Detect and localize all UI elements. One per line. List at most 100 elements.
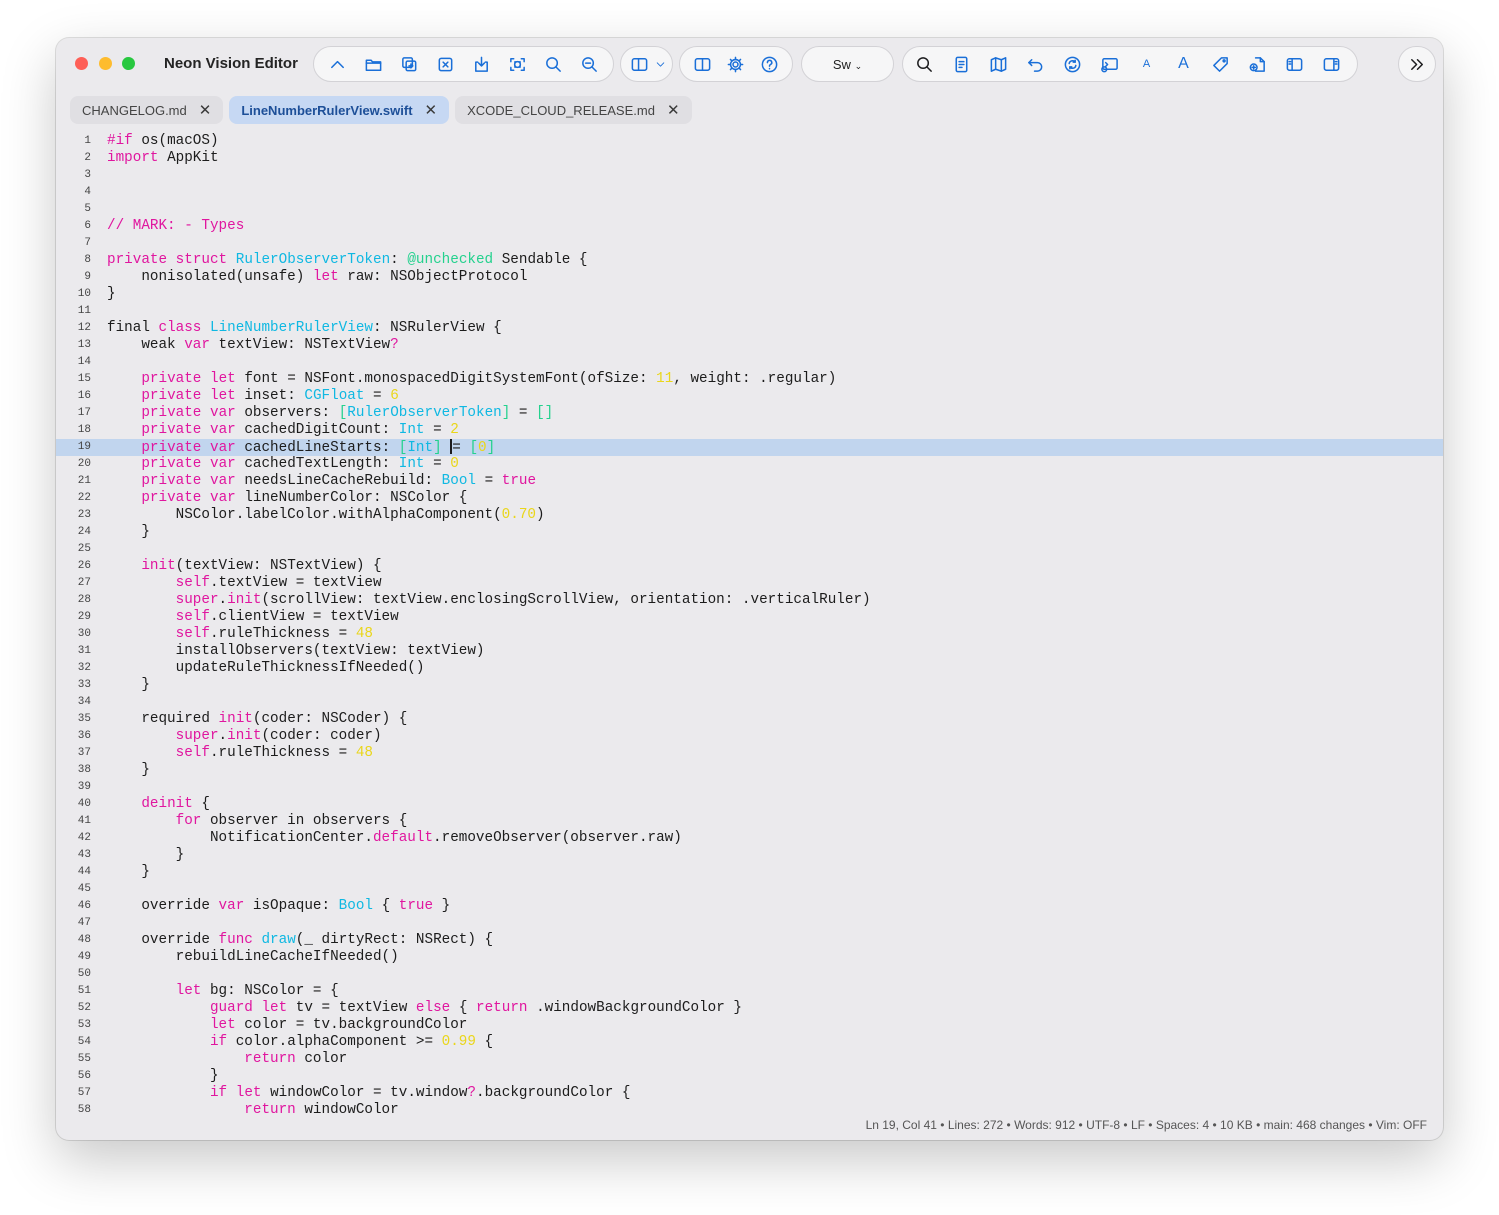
- code-line[interactable]: 5: [56, 201, 1443, 218]
- code-line[interactable]: 22 private var lineNumberColor: NSColor …: [56, 490, 1443, 507]
- code-line[interactable]: 17 private var observers: [RulerObserver…: [56, 405, 1443, 422]
- code-line[interactable]: 23 NSColor.labelColor.withAlphaComponent…: [56, 507, 1443, 524]
- code-line[interactable]: 48 override func draw(_ dirtyRect: NSRec…: [56, 932, 1443, 949]
- code-line[interactable]: 7: [56, 235, 1443, 252]
- code-line[interactable]: 35 required init(coder: NSCoder) {: [56, 711, 1443, 728]
- code-line[interactable]: 43 }: [56, 847, 1443, 864]
- terminal-icon[interactable]: [1091, 50, 1128, 78]
- sidebar-icon[interactable]: [686, 50, 719, 78]
- code-line[interactable]: 11: [56, 303, 1443, 320]
- code-line[interactable]: 47: [56, 915, 1443, 932]
- code-line[interactable]: 29 self.clientView = textView: [56, 609, 1443, 626]
- code-line[interactable]: 26 init(textView: NSTextView) {: [56, 558, 1443, 575]
- code-line[interactable]: 53 let color = tv.backgroundColor: [56, 1017, 1443, 1034]
- code-line[interactable]: 2 import AppKit: [56, 150, 1443, 167]
- code-line[interactable]: 58 return windowColor: [56, 1102, 1443, 1113]
- file-add-icon[interactable]: [1239, 50, 1276, 78]
- code-line[interactable]: 20 private var cachedTextLength: Int = 0: [56, 456, 1443, 473]
- toolbar-overflow-button[interactable]: [1398, 46, 1436, 82]
- code-line[interactable]: 9 nonisolated(unsafe) let raw: NSObjectP…: [56, 269, 1443, 286]
- code-line[interactable]: 14: [56, 354, 1443, 371]
- code-line[interactable]: 27 self.textView = textView: [56, 575, 1443, 592]
- zoom-window-button[interactable]: [122, 57, 135, 70]
- code-line[interactable]: 12 final class LineNumberRulerView: NSRul…: [56, 320, 1443, 337]
- close-icon[interactable]: ✕: [425, 101, 438, 119]
- code-line[interactable]: 18 private var cachedDigitCount: Int = 2: [56, 422, 1443, 439]
- font-large-icon[interactable]: A: [1165, 50, 1202, 78]
- code-line[interactable]: 21 private var needsLineCacheRebuild: Bo…: [56, 473, 1443, 490]
- close-window-button[interactable]: [75, 57, 88, 70]
- code-line[interactable]: 51 let bg: NSColor = {: [56, 983, 1443, 1000]
- code-line[interactable]: 37 self.ruleThickness = 48: [56, 745, 1443, 762]
- screenshot-icon[interactable]: [499, 50, 535, 78]
- code-line[interactable]: 3: [56, 167, 1443, 184]
- code-line[interactable]: 57 if let windowColor = tv.window?.backg…: [56, 1085, 1443, 1102]
- font-small-icon[interactable]: A: [1128, 50, 1165, 78]
- code-line[interactable]: 52 guard let tv = textView else { return…: [56, 1000, 1443, 1017]
- right-panel-icon[interactable]: [1313, 50, 1350, 78]
- minimize-window-button[interactable]: [99, 57, 112, 70]
- zoom-out-icon[interactable]: [571, 50, 607, 78]
- code-line[interactable]: 30 self.ruleThickness = 48: [56, 626, 1443, 643]
- code-line[interactable]: 32 updateRuleThicknessIfNeeded(): [56, 660, 1443, 677]
- split-view-icon[interactable]: [625, 50, 653, 78]
- code-line[interactable]: 6 // MARK: - Types: [56, 218, 1443, 235]
- tab-changelog[interactable]: CHANGELOG.md ✕: [70, 96, 224, 124]
- code-line[interactable]: 1 #if os(macOS): [56, 133, 1443, 150]
- code-line[interactable]: 36 super.init(coder: coder): [56, 728, 1443, 745]
- left-panel-icon[interactable]: [1276, 50, 1313, 78]
- tab-line-number-ruler-view[interactable]: LineNumberRulerView.swift ✕: [229, 96, 450, 124]
- save-icon[interactable]: [464, 50, 500, 78]
- code-line[interactable]: 24 }: [56, 524, 1443, 541]
- code-line[interactable]: 31 installObservers(textView: textView): [56, 643, 1443, 660]
- code-line[interactable]: 34: [56, 694, 1443, 711]
- code-editor[interactable]: 1 #if os(macOS) 2 import AppKit 3 4 5 6// MARK:…: [56, 133, 1443, 1113]
- code-line[interactable]: 25: [56, 541, 1443, 558]
- chevron-down-icon[interactable]: [653, 50, 667, 78]
- tag-icon[interactable]: [1202, 50, 1239, 78]
- line-number: 12: [77, 322, 91, 334]
- code-line[interactable]: 54 if color.alphaComponent >= 0.99 {: [56, 1034, 1443, 1051]
- close-icon[interactable]: ✕: [667, 101, 680, 119]
- code-line[interactable]: 4: [56, 184, 1443, 201]
- code-line[interactable]: 38 }: [56, 762, 1443, 779]
- document-icon[interactable]: [943, 50, 980, 78]
- map-icon[interactable]: [980, 50, 1017, 78]
- search-icon[interactable]: [535, 50, 571, 78]
- code-line[interactable]: 8 private struct RulerObserverToken: @unc…: [56, 252, 1443, 269]
- code-line[interactable]: 39: [56, 779, 1443, 796]
- chevron-up-icon[interactable]: [320, 50, 356, 78]
- code-line[interactable]: 41 for observer in observers {: [56, 813, 1443, 830]
- code-line[interactable]: 16 private let inset: CGFloat = 6: [56, 388, 1443, 405]
- gear-icon[interactable]: [719, 50, 752, 78]
- code-text: return windowColor: [244, 1102, 399, 1113]
- code-line[interactable]: 46 override var isOpaque: Bool { true }: [56, 898, 1443, 915]
- code-line[interactable]: 50: [56, 966, 1443, 983]
- code-line[interactable]: 15 private let font = NSFont.monospacedD…: [56, 371, 1443, 388]
- help-icon[interactable]: [753, 50, 786, 78]
- new-tab-icon[interactable]: [392, 50, 428, 78]
- search-icon[interactable]: [906, 50, 943, 78]
- line-number: 48: [77, 934, 91, 946]
- code-line[interactable]: 13 weak var textView: NSTextView?: [56, 337, 1443, 354]
- language-picker[interactable]: Sw ⌄: [801, 46, 894, 82]
- code-line-current[interactable]: 19 private var cachedLineStarts: [Int] =…: [56, 439, 1443, 456]
- code-line[interactable]: 45: [56, 881, 1443, 898]
- code-line[interactable]: 33 }: [56, 677, 1443, 694]
- code-line[interactable]: 55 return color: [56, 1051, 1443, 1068]
- close-tab-icon[interactable]: [428, 50, 464, 78]
- code-text: for observer in observers {: [175, 813, 408, 829]
- code-line[interactable]: 40 deinit {: [56, 796, 1443, 813]
- code-line[interactable]: 49 rebuildLineCacheIfNeeded(): [56, 949, 1443, 966]
- undo-icon[interactable]: [1017, 50, 1054, 78]
- tab-label: XCODE_CLOUD_RELEASE.md: [467, 102, 655, 118]
- sync-icon[interactable]: [1054, 50, 1091, 78]
- code-line[interactable]: 42 NotificationCenter.default.removeObse…: [56, 830, 1443, 847]
- code-line[interactable]: 56 }: [56, 1068, 1443, 1085]
- code-line[interactable]: 44 }: [56, 864, 1443, 881]
- folder-icon[interactable]: [356, 50, 392, 78]
- close-icon[interactable]: ✕: [199, 101, 212, 119]
- code-line[interactable]: 10}: [56, 286, 1443, 303]
- code-line[interactable]: 28 super.init(scrollView: textView.enclo…: [56, 592, 1443, 609]
- tab-xcode-cloud-release[interactable]: XCODE_CLOUD_RELEASE.md ✕: [455, 96, 692, 124]
